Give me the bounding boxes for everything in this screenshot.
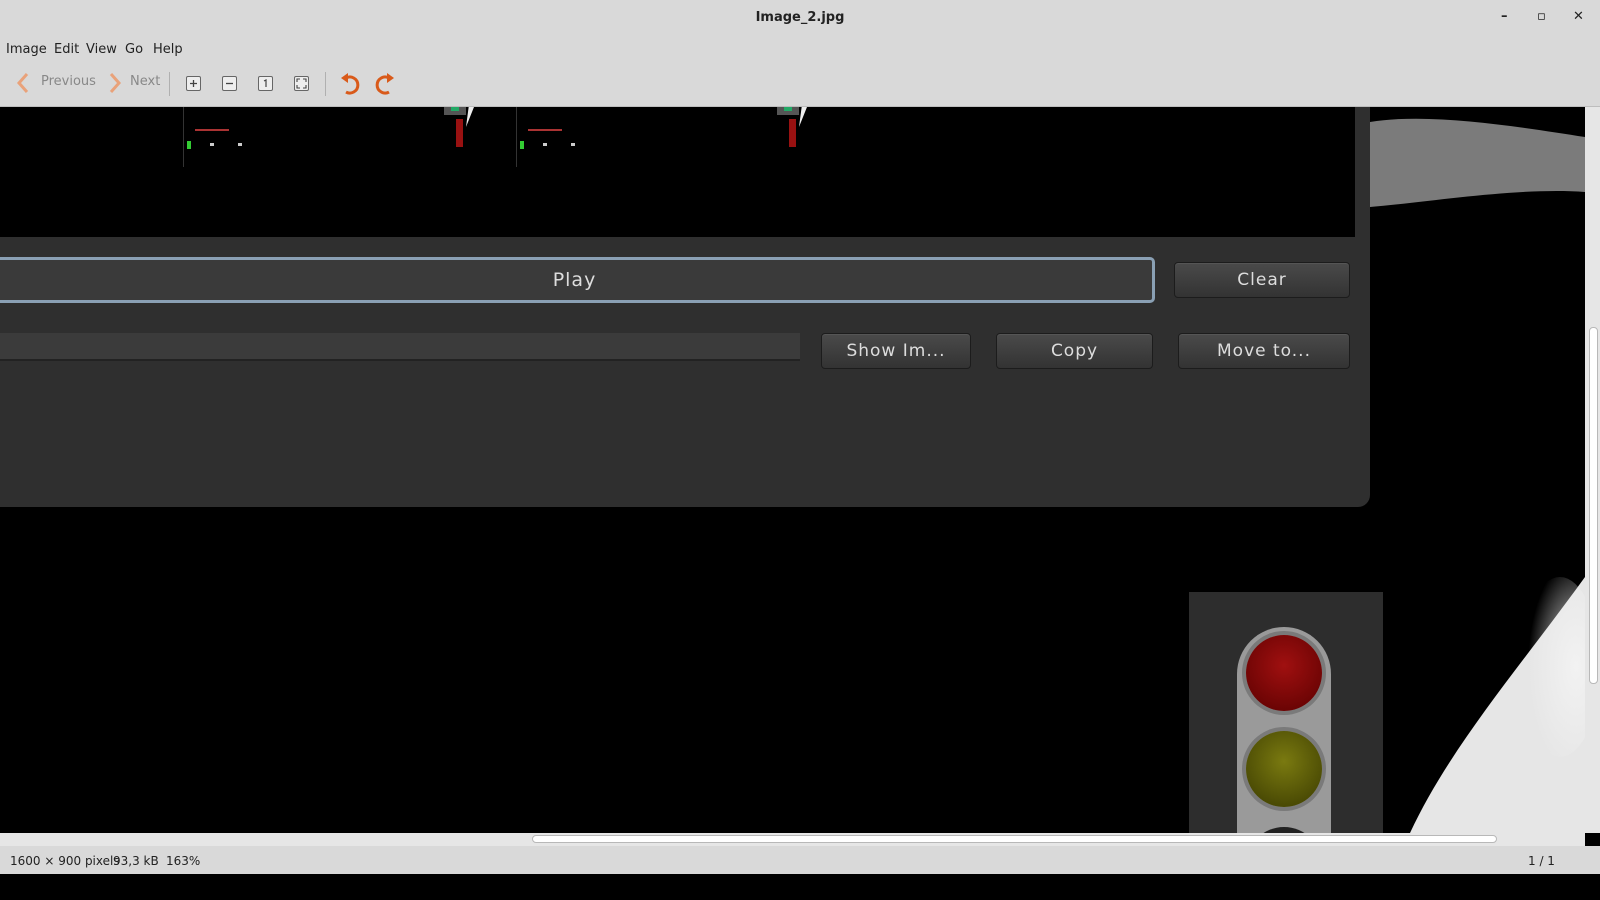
zoom-fit-icon[interactable] [294,76,309,91]
thumbnail-strip [183,107,807,167]
menu-edit[interactable]: Edit [54,42,79,57]
toolbar-separator [325,72,326,96]
copy-button[interactable]: Copy [996,333,1153,369]
title-bar: Image_2.jpg – ▫ ✕ [0,0,1600,36]
preview-screen [0,107,1355,237]
image-viewport[interactable]: Play Clear Show Im... Copy Move to... [0,107,1585,833]
zoom-out-icon[interactable] [222,76,237,91]
close-icon[interactable]: ✕ [1573,9,1584,24]
next-button[interactable]: Next [106,62,162,106]
next-label: Next [130,74,161,89]
show-image-button[interactable]: Show Im... [821,333,971,369]
chevron-right-icon [109,73,122,93]
path-field[interactable] [0,333,800,361]
zoom-in-icon[interactable] [186,76,201,91]
previous-label: Previous [41,74,96,89]
rotate-left-icon[interactable] [338,71,362,97]
menu-help[interactable]: Help [153,42,183,57]
horizontal-scrollbar[interactable] [0,833,1585,846]
desktop-bottom-strip [0,874,1600,900]
vertical-scrollbar-thumb[interactable] [1589,327,1598,684]
menu-bar: Image Edit View Go Help [0,36,1600,62]
window-title: Image_2.jpg [755,10,845,25]
menu-image[interactable]: Image [6,42,47,57]
red-lamp [1246,635,1322,711]
zoom-level: 163% [166,854,201,868]
traffic-light-body [1237,627,1331,833]
move-to-button[interactable]: Move to... [1178,333,1350,369]
status-bar: 1600 × 900 pixels 93,3 kB 163% 1 / 1 [0,846,1600,874]
play-button[interactable]: Play [0,257,1155,303]
previous-button[interactable]: Previous [14,62,96,106]
traffic-light-housing [1189,592,1383,833]
image-background-glow [1370,118,1585,833]
clear-button[interactable]: Clear [1174,262,1350,298]
toolbar-separator [169,72,170,96]
horizontal-scrollbar-thumb[interactable] [532,835,1497,843]
toolbar: Previous Next [0,62,1600,107]
image-dimensions: 1600 × 900 pixels [10,854,120,868]
chevron-left-icon [16,73,29,93]
yellow-lamp [1246,731,1322,807]
rotate-right-icon[interactable] [373,71,397,97]
zoom-normal-icon[interactable] [258,76,273,91]
vertical-scrollbar[interactable] [1585,107,1600,833]
menu-go[interactable]: Go [125,42,143,57]
maximize-icon[interactable]: ▫ [1537,9,1546,24]
file-size: 93,3 kB [113,854,159,868]
page-indicator: 1 / 1 [1528,854,1555,868]
menu-view[interactable]: View [86,42,117,57]
minimize-icon[interactable]: – [1501,9,1508,24]
embedded-panel: Play Clear Show Im... Copy Move to... [0,107,1370,507]
